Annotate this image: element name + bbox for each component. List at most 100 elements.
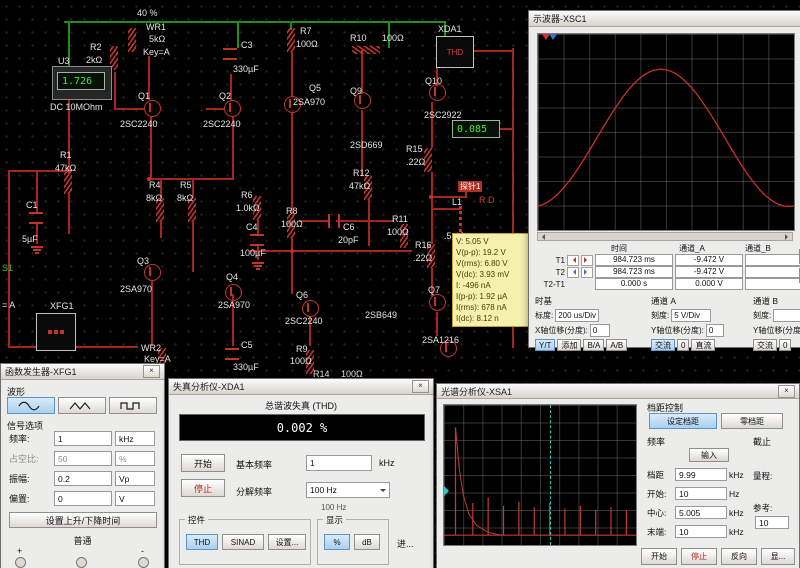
resistor-R1[interactable] (64, 170, 72, 194)
spectrum-analyzer-titlebar[interactable]: 光谱分析仪-XSA1 × (437, 384, 799, 399)
oscilloscope-window[interactable]: 示波器-XSC1 × 时间 通道_A 通道_B T1 984.723 ms (528, 10, 800, 348)
channel-b-ac-button[interactable]: 交流 (753, 339, 777, 351)
resistor-WR1[interactable] (128, 28, 136, 52)
function-generator-window[interactable]: 函数发生器-XFG1 × 波形 信号选项 频率: 1 kHz 占空比: 50 %… (0, 363, 165, 568)
transistor-Q7[interactable] (429, 294, 446, 311)
scroll-left-icon[interactable] (539, 234, 545, 240)
t1-left-arrow[interactable] (567, 255, 579, 266)
spectrum-analyzer-window[interactable]: 光谱分析仪-XSA1 × 档距控制 设定档距 零档距 频率 截止 输入 档距 9… (436, 383, 800, 568)
terminal-plus[interactable] (15, 557, 26, 568)
capacitor-C6[interactable] (328, 214, 340, 228)
amplitude-input[interactable]: 0.2 (54, 471, 112, 486)
triangle-wave-button[interactable] (58, 397, 106, 414)
inductor-L1[interactable] (459, 206, 468, 232)
t1-right-arrow[interactable] (581, 255, 593, 266)
close-icon[interactable]: × (412, 380, 429, 393)
timebase-xpos-value[interactable]: 0 (590, 324, 610, 337)
capacitor-C1[interactable] (29, 212, 43, 224)
enter-button[interactable]: 输入 (689, 448, 729, 462)
transistor-Q10[interactable] (429, 84, 446, 101)
sa-display-button[interactable]: 显... (761, 548, 795, 565)
capacitor-C5[interactable] (225, 348, 239, 360)
frequency-unit[interactable]: kHz (115, 431, 155, 446)
capacitor-C3[interactable] (223, 48, 237, 60)
wire[interactable] (68, 194, 70, 234)
channel-a-ypos-value[interactable]: 0 (706, 324, 724, 337)
transistor-Q4[interactable] (225, 284, 242, 301)
sinad-mode-button[interactable]: SINAD (222, 534, 264, 550)
resolution-freq-select[interactable]: 100 Hz (306, 482, 390, 498)
multimeter-U3[interactable]: 1.726 (52, 66, 112, 100)
center-frequency-marker[interactable] (550, 405, 551, 545)
end-input[interactable]: 10 (675, 525, 727, 538)
cursor-2-marker[interactable] (549, 34, 557, 40)
add-button[interactable]: 添加 (557, 339, 581, 351)
distortion-analyzer-window[interactable]: 失真分析仪-XDA1 × 总谐波失真 (THD) 0.002 % 开始 停止 基… (168, 378, 434, 568)
wire[interactable] (160, 222, 162, 238)
channel-b-zero-button[interactable]: 0 (779, 339, 791, 351)
wire[interactable] (291, 52, 293, 96)
transistor-Q2[interactable] (224, 100, 241, 117)
ba-button[interactable]: B/A (583, 339, 604, 351)
transistor-Q6[interactable] (302, 300, 319, 317)
wire[interactable] (237, 23, 239, 48)
span-input[interactable]: 9.99 (675, 468, 727, 481)
zero-span-button[interactable]: 零档距 (721, 413, 783, 429)
distortion-analyzer-titlebar[interactable]: 失真分析仪-XDA1 × (169, 379, 433, 395)
terminal-common[interactable] (76, 557, 87, 568)
ground-symbol[interactable] (252, 262, 264, 271)
t2-left-arrow[interactable] (567, 267, 579, 278)
marker-handle-icon[interactable] (444, 486, 454, 496)
sa-reverse-button[interactable]: 反向 (721, 548, 757, 565)
settings-button[interactable]: 设置... (268, 534, 306, 550)
wire[interactable] (116, 108, 144, 110)
wire[interactable] (114, 72, 116, 110)
capacitor-C4[interactable] (250, 234, 264, 246)
yt-button[interactable]: Y/T (535, 339, 555, 351)
distortion-analyzer-icon[interactable]: THD (436, 36, 474, 68)
reference-input[interactable]: 10 (755, 516, 789, 529)
center-input[interactable]: 5.005 (675, 506, 727, 519)
fundamental-freq-input[interactable]: 1 (306, 455, 372, 471)
wire[interactable] (8, 170, 10, 348)
offset-input[interactable]: 0 (54, 491, 112, 506)
function-generator-titlebar[interactable]: 函数发生器-XFG1 × (1, 364, 164, 380)
wire[interactable] (431, 102, 433, 148)
terminal-minus[interactable] (138, 557, 149, 568)
wire[interactable] (206, 108, 224, 110)
frequency-input[interactable]: 1 (54, 431, 112, 446)
ground-symbol[interactable] (31, 246, 43, 255)
channel-a-ac-button[interactable]: 交流 (651, 339, 675, 351)
stop-button[interactable]: 停止 (181, 479, 225, 497)
channel-a-scale-value[interactable]: 5 V/Div (671, 309, 711, 322)
sa-stop-button[interactable]: 停止 (681, 548, 717, 565)
wire[interactable] (299, 220, 328, 222)
wire[interactable] (192, 222, 194, 272)
wire[interactable] (291, 112, 293, 214)
square-wave-button[interactable] (109, 397, 157, 414)
thd-mode-button[interactable]: THD (186, 534, 218, 550)
wire[interactable] (472, 50, 514, 52)
wire[interactable] (431, 208, 461, 210)
wire[interactable] (368, 200, 370, 246)
wire[interactable] (250, 250, 412, 252)
resistor-R10[interactable] (352, 46, 380, 54)
oscilloscope-titlebar[interactable]: 示波器-XSC1 × (529, 11, 800, 27)
timebase-scale-value[interactable]: 200 us/Div (555, 309, 599, 322)
wire[interactable] (500, 128, 514, 130)
channel-b-scale-value[interactable] (773, 309, 800, 322)
ab-button[interactable]: A/B (606, 339, 627, 351)
resistor-R7[interactable] (287, 28, 295, 52)
wire[interactable] (291, 238, 293, 294)
set-span-button[interactable]: 设定档距 (649, 413, 717, 429)
db-button[interactable]: dB (354, 534, 380, 550)
offset-unit[interactable]: V (115, 491, 155, 506)
t2-right-arrow[interactable] (581, 267, 593, 278)
scroll-right-icon[interactable] (785, 234, 791, 240)
wire[interactable] (436, 312, 438, 336)
probe-flag[interactable]: 探针1 (458, 181, 482, 192)
channel-a-dc-button[interactable]: 直流 (691, 339, 715, 351)
close-icon[interactable]: × (143, 365, 160, 378)
sine-wave-button[interactable] (7, 397, 55, 414)
scope-scrollbar[interactable] (537, 232, 793, 241)
